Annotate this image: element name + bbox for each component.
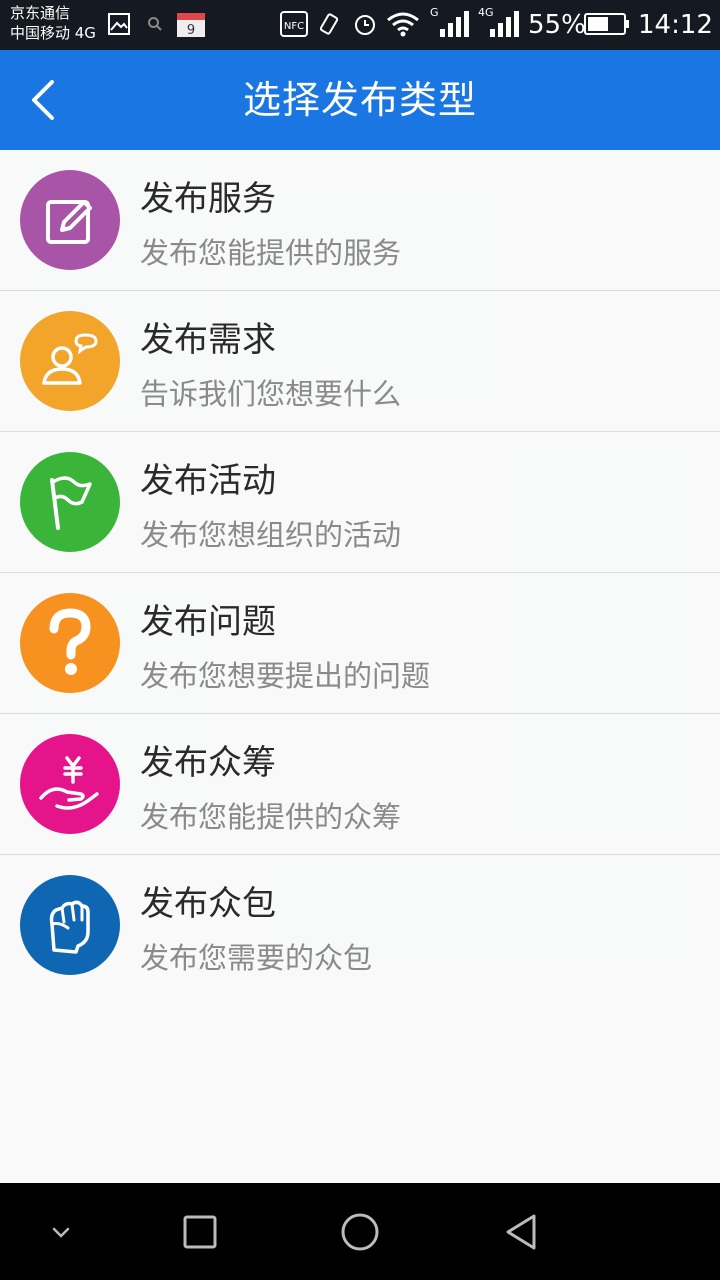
calendar-day: 9: [187, 23, 195, 38]
item-title: 发布需求: [140, 320, 276, 360]
question-icon: [20, 593, 120, 693]
overlay-lower-area[interactable]: [0, 993, 720, 1183]
battery-icon: [584, 10, 630, 38]
fist-hand-icon: [20, 875, 120, 975]
back-nav-button[interactable]: [495, 1207, 545, 1257]
item-subtitle: 发布您想要提出的问题: [140, 659, 431, 693]
hide-keyboard-button[interactable]: [36, 1207, 86, 1257]
battery-percent: 55%: [528, 10, 586, 40]
network-label-1: G: [430, 6, 439, 19]
nfc-icon: NFC: [280, 10, 308, 38]
search-icon: [146, 10, 164, 38]
list-item-publish-activity[interactable]: 发布活动 发布您想组织的活动: [0, 432, 720, 573]
signal-2-icon: 4G: [478, 6, 520, 38]
list-item-publish-crowdfunding[interactable]: 发布众筹 发布您能提供的众筹: [0, 714, 720, 855]
system-nav-bar: [0, 1183, 720, 1280]
network-label-2: 4G: [478, 6, 494, 19]
carrier-line-2: 中国移动 4G: [10, 24, 96, 42]
nfc-label: NFC: [284, 21, 304, 32]
item-subtitle: 发布您能提供的服务: [140, 236, 402, 270]
item-subtitle: 发布您想组织的活动: [140, 518, 402, 552]
item-title: 发布众筹: [140, 743, 276, 783]
image-icon: [106, 10, 132, 38]
publish-type-list: 发布服务 发布您能提供的服务 发布需求 告诉我们您想要什么 发布活动 发布您想组…: [0, 150, 720, 996]
flag-icon: [20, 452, 120, 552]
list-item-publish-question[interactable]: 发布问题 发布您想要提出的问题: [0, 573, 720, 714]
chevron-down-icon: [52, 1227, 70, 1238]
list-item-publish-crowdsourcing[interactable]: 发布众包 发布您需要的众包: [0, 855, 720, 996]
list-item-publish-demand[interactable]: 发布需求 告诉我们您想要什么: [0, 291, 720, 432]
carrier-line-1: 京东通信: [10, 4, 71, 22]
app-header: 选择发布类型: [0, 50, 720, 150]
circle-icon: [341, 1213, 379, 1251]
yuan-hand-icon: [20, 734, 120, 834]
user-chat-icon: [20, 311, 120, 411]
item-title: 发布服务: [140, 179, 276, 219]
triangle-back-icon: [506, 1214, 536, 1250]
item-title: 发布问题: [140, 602, 276, 642]
vibrate-icon: [316, 10, 342, 38]
alarm-icon: [352, 10, 378, 38]
carrier-info: 京东通信 中国移动 4G: [10, 3, 96, 43]
calendar-icon: 9: [176, 10, 206, 38]
signal-1-icon: G: [430, 6, 470, 38]
square-icon: [183, 1215, 217, 1249]
wifi-icon: [386, 10, 420, 38]
item-title: 发布活动: [140, 461, 276, 501]
item-subtitle: 发布您需要的众包: [140, 941, 373, 975]
item-subtitle: 发布您能提供的众筹: [140, 800, 402, 834]
recents-button[interactable]: [175, 1207, 225, 1257]
status-bar: 京东通信 中国移动 4G 9 NFC G 4G 55% 14:12: [0, 0, 720, 50]
clock: 14:12: [638, 10, 713, 40]
item-title: 发布众包: [140, 884, 276, 924]
edit-icon: [20, 170, 120, 270]
page-title: 选择发布类型: [242, 78, 477, 122]
item-subtitle: 告诉我们您想要什么: [140, 377, 402, 411]
home-button[interactable]: [335, 1207, 385, 1257]
list-item-publish-service[interactable]: 发布服务 发布您能提供的服务: [0, 150, 720, 291]
